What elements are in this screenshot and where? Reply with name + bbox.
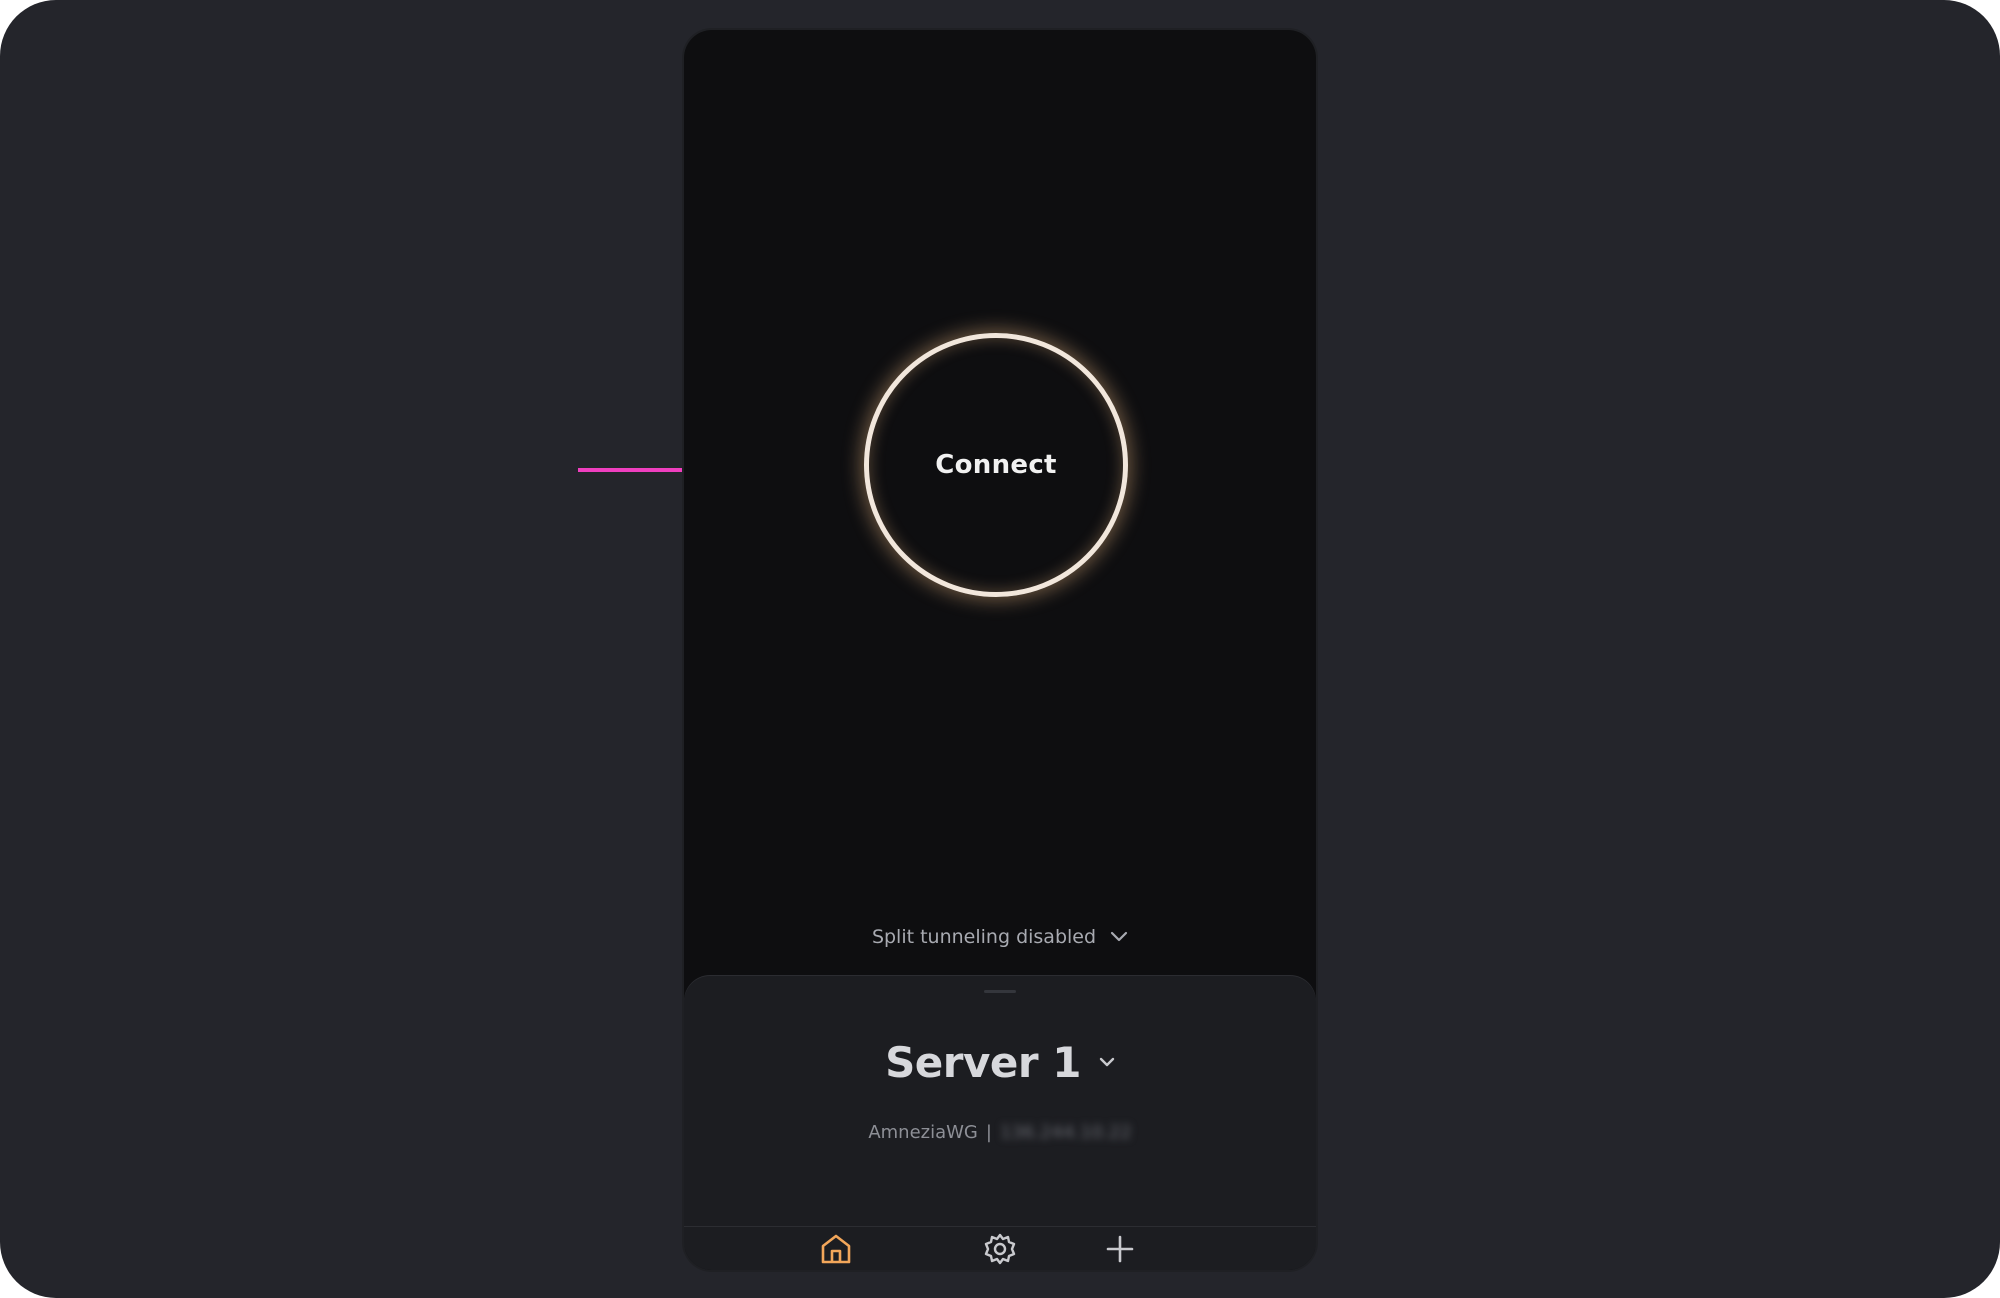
- backdrop: Connect Split tunneling disabled Server …: [0, 0, 2000, 1298]
- server-sheet: Server 1 AmneziaWG | 136.244.10.22: [684, 976, 1316, 1270]
- split-tunneling-toggle[interactable]: Split tunneling disabled: [684, 926, 1316, 948]
- server-address: 136.244.10.22: [999, 1122, 1132, 1143]
- gear-icon: [984, 1233, 1016, 1265]
- server-protocol: AmneziaWG: [868, 1122, 978, 1143]
- nav-home-button[interactable]: [808, 1221, 864, 1270]
- split-tunneling-label: Split tunneling disabled: [871, 926, 1097, 948]
- chevron-down-icon: [1099, 1057, 1115, 1067]
- server-selector[interactable]: Server 1: [684, 1038, 1316, 1087]
- server-name: Server 1: [885, 1038, 1081, 1087]
- bottom-nav: [684, 1227, 1316, 1270]
- server-details: AmneziaWG | 136.244.10.22: [684, 1122, 1316, 1143]
- home-icon: [821, 1234, 851, 1264]
- server-separator: |: [985, 1122, 992, 1143]
- nav-settings-button[interactable]: [972, 1221, 1028, 1270]
- drag-handle[interactable]: [984, 990, 1016, 993]
- app-window: Connect Split tunneling disabled Server …: [684, 30, 1316, 1270]
- connect-button[interactable]: Connect: [864, 333, 1128, 597]
- nav-add-button[interactable]: [1092, 1221, 1148, 1270]
- chevron-down-icon: [1110, 931, 1128, 942]
- plus-icon: [1106, 1235, 1134, 1263]
- connect-label: Connect: [935, 450, 1057, 480]
